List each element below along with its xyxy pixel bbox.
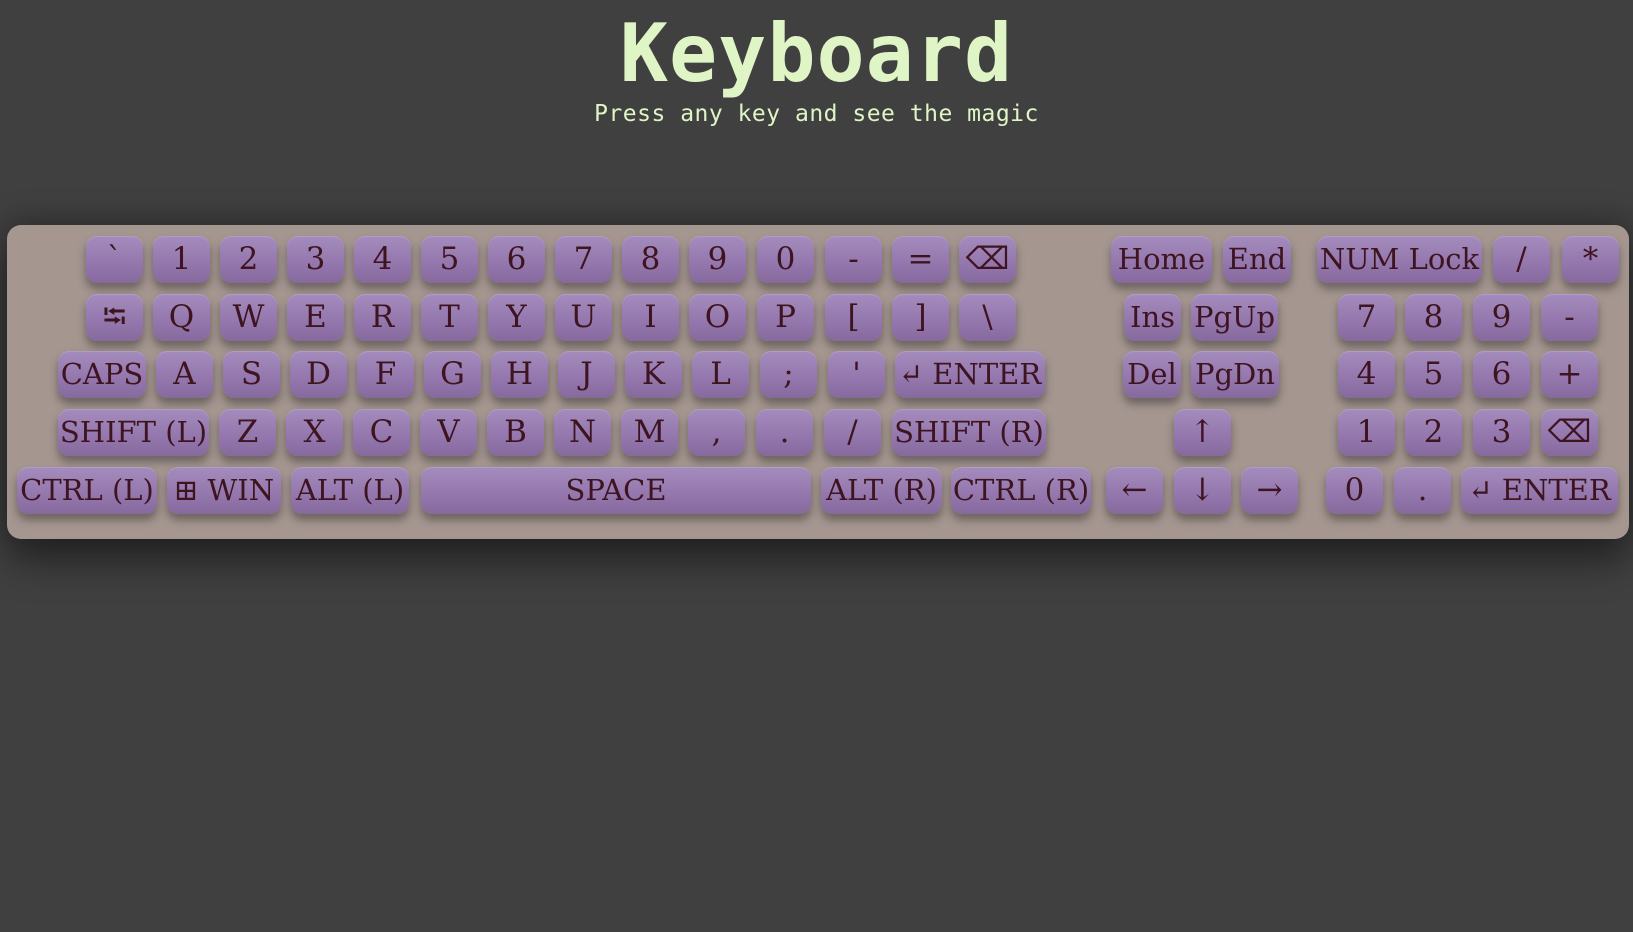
key-end[interactable]: End xyxy=(1223,236,1291,283)
key-ctrl-right[interactable]: CTRL (R) xyxy=(951,467,1091,514)
numpad-enter[interactable]: ↵ ENTER xyxy=(1461,467,1618,514)
key-j[interactable]: J xyxy=(558,351,615,398)
key-equals[interactable]: = xyxy=(892,236,949,283)
key-delete[interactable]: Del xyxy=(1123,351,1181,398)
key-backslash[interactable]: \ xyxy=(959,294,1016,341)
key-r[interactable]: R xyxy=(354,294,411,341)
key-3[interactable]: 3 xyxy=(287,236,344,283)
key-e[interactable]: E xyxy=(287,294,344,341)
key-p[interactable]: P xyxy=(757,294,814,341)
key-8[interactable]: 8 xyxy=(622,236,679,283)
key-caps-lock[interactable]: CAPS xyxy=(58,351,146,398)
key-backtick[interactable]: ` xyxy=(86,236,143,283)
keyboard: ` 1 2 3 4 5 6 7 8 9 0 - = ⌫ ⭾ Q W E R T … xyxy=(7,225,1629,539)
key-quote[interactable]: ' xyxy=(828,351,885,398)
key-h[interactable]: H xyxy=(491,351,548,398)
key-insert[interactable]: Ins xyxy=(1124,294,1181,341)
key-minus[interactable]: - xyxy=(825,236,882,283)
numpad-6[interactable]: 6 xyxy=(1473,351,1530,398)
key-0[interactable]: 0 xyxy=(757,236,814,283)
key-5[interactable]: 5 xyxy=(421,236,478,283)
numpad-divide[interactable]: / xyxy=(1493,236,1550,283)
numpad-plus[interactable]: + xyxy=(1541,351,1598,398)
key-g[interactable]: G xyxy=(424,351,481,398)
key-a[interactable]: A xyxy=(156,351,213,398)
numpad-minus[interactable]: - xyxy=(1541,294,1598,341)
key-comma[interactable]: , xyxy=(688,409,745,456)
key-page-up[interactable]: PgUp xyxy=(1191,294,1278,341)
key-ctrl-left[interactable]: CTRL (L) xyxy=(17,467,157,514)
numpad-1[interactable]: 1 xyxy=(1338,409,1395,456)
key-b[interactable]: B xyxy=(487,409,544,456)
numpad-2[interactable]: 2 xyxy=(1405,409,1462,456)
key-i[interactable]: I xyxy=(622,294,679,341)
key-alt-left[interactable]: ALT (L) xyxy=(291,467,409,514)
key-win[interactable]: ⊞ WIN xyxy=(167,467,281,514)
key-q[interactable]: Q xyxy=(153,294,210,341)
arrow-right-icon[interactable]: → xyxy=(1241,467,1298,514)
numpad-decimal[interactable]: . xyxy=(1394,467,1451,514)
key-k[interactable]: K xyxy=(625,351,682,398)
page-title: Keyboard xyxy=(619,7,1014,100)
key-2[interactable]: 2 xyxy=(220,236,277,283)
key-space[interactable]: SPACE xyxy=(421,467,811,514)
numpad-3[interactable]: 3 xyxy=(1473,409,1530,456)
key-9[interactable]: 9 xyxy=(689,236,746,283)
key-o[interactable]: O xyxy=(689,294,746,341)
numpad-4[interactable]: 4 xyxy=(1338,351,1395,398)
key-tab[interactable]: ⭾ xyxy=(86,294,143,341)
arrow-left-icon[interactable]: ← xyxy=(1106,467,1163,514)
key-x[interactable]: X xyxy=(286,409,343,456)
key-right-bracket[interactable]: ] xyxy=(892,294,949,341)
page-subtitle: Press any key and see the magic xyxy=(594,101,1039,127)
numpad-0[interactable]: 0 xyxy=(1326,467,1383,514)
key-7[interactable]: 7 xyxy=(555,236,612,283)
key-6[interactable]: 6 xyxy=(488,236,545,283)
key-s[interactable]: S xyxy=(223,351,280,398)
numpad-5[interactable]: 5 xyxy=(1405,351,1462,398)
key-shift-left[interactable]: SHIFT (L) xyxy=(58,409,209,456)
arrow-down-icon[interactable]: ↓ xyxy=(1174,467,1231,514)
key-home[interactable]: Home xyxy=(1111,236,1212,283)
key-alt-right[interactable]: ALT (R) xyxy=(821,467,942,514)
key-backspace[interactable]: ⌫ xyxy=(959,236,1016,283)
key-w[interactable]: W xyxy=(220,294,277,341)
key-z[interactable]: Z xyxy=(219,409,276,456)
key-t[interactable]: T xyxy=(421,294,478,341)
key-num-lock[interactable]: NUM Lock xyxy=(1317,236,1482,283)
numpad-backspace[interactable]: ⌫ xyxy=(1541,409,1598,456)
arrow-up-icon[interactable]: ↑ xyxy=(1174,409,1231,456)
numpad-7[interactable]: 7 xyxy=(1338,294,1395,341)
numpad-multiply[interactable]: * xyxy=(1562,236,1619,283)
key-slash[interactable]: / xyxy=(824,409,881,456)
key-d[interactable]: D xyxy=(290,351,347,398)
key-v[interactable]: V xyxy=(420,409,477,456)
key-left-bracket[interactable]: [ xyxy=(825,294,882,341)
numpad-9[interactable]: 9 xyxy=(1473,294,1530,341)
key-u[interactable]: U xyxy=(555,294,612,341)
key-l[interactable]: L xyxy=(692,351,749,398)
key-page-down[interactable]: PgDn xyxy=(1191,351,1279,398)
key-enter[interactable]: ↵ ENTER xyxy=(895,351,1045,398)
key-4[interactable]: 4 xyxy=(354,236,411,283)
key-n[interactable]: N xyxy=(554,409,611,456)
key-semicolon[interactable]: ; xyxy=(760,351,817,398)
key-f[interactable]: F xyxy=(357,351,414,398)
key-m[interactable]: M xyxy=(621,409,678,456)
key-period[interactable]: . xyxy=(756,409,813,456)
key-shift-right[interactable]: SHIFT (R) xyxy=(892,409,1046,456)
key-c[interactable]: C xyxy=(353,409,410,456)
key-1[interactable]: 1 xyxy=(153,236,210,283)
numpad-8[interactable]: 8 xyxy=(1405,294,1462,341)
key-y[interactable]: Y xyxy=(488,294,545,341)
